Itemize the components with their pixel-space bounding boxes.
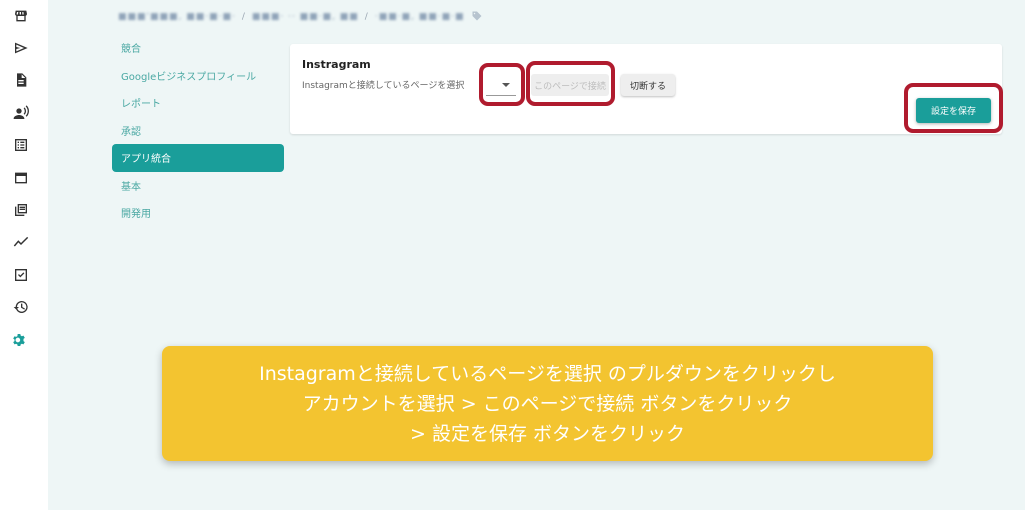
breadcrumb-separator: /: [241, 12, 246, 22]
subnav-item-app-integration[interactable]: アプリ統合: [112, 144, 284, 172]
icon-rail: [0, 0, 48, 510]
card-title: Instragram: [302, 58, 371, 71]
breadcrumb-separator: /: [364, 12, 369, 22]
trending-icon[interactable]: [8, 229, 34, 255]
gear-icon[interactable]: [4, 325, 34, 355]
list-alt-icon[interactable]: [8, 132, 34, 158]
page-select-dropdown[interactable]: [486, 74, 516, 96]
web-asset-icon[interactable]: [8, 165, 34, 191]
breadcrumb-item[interactable]: ■■■· ·· ■■·■, ■■: [252, 12, 359, 22]
subnav-item-approval[interactable]: 承認: [112, 117, 284, 145]
instruction-line: > 設定を保存 ボタンをクリック: [410, 422, 685, 445]
breadcrumb-item[interactable]: ■■■'■■■, ■■·■·■·: [118, 12, 236, 22]
subnav-item-competitors[interactable]: 競合: [112, 34, 284, 62]
instruction-line: Instagramと接続しているページを選択 のプルダウンをクリックし: [259, 362, 836, 385]
record-voice-icon[interactable]: [8, 100, 34, 126]
disconnect-button[interactable]: 切断する: [621, 74, 675, 96]
connect-page-button[interactable]: このページで接続: [531, 74, 609, 96]
breadcrumb: ■■■'■■■, ■■·■·■· / ■■■· ·· ■■·■, ■■ / ·■…: [118, 10, 483, 24]
chevron-down-icon: [502, 83, 510, 87]
history-icon[interactable]: [8, 294, 34, 320]
settings-subnav: 競合 Googleビジネスプロフィール レポート 承認 アプリ統合 基本 開発用: [112, 34, 284, 227]
storefront-icon[interactable]: [8, 3, 34, 29]
subnav-item-development[interactable]: 開発用: [112, 199, 284, 227]
document-icon[interactable]: [8, 67, 34, 93]
tag-icon: [471, 10, 483, 25]
subnav-item-basic[interactable]: 基本: [112, 172, 284, 200]
subnav-item-report[interactable]: レポート: [112, 89, 284, 117]
article-icon[interactable]: [8, 197, 34, 223]
save-settings-button[interactable]: 設定を保存: [916, 98, 991, 123]
breadcrumb-item[interactable]: ·■■·■, ■■·■·■: [375, 12, 465, 22]
fact-check-icon[interactable]: [8, 262, 34, 288]
page-select-label: Instagramと接続しているページを選択: [302, 81, 465, 91]
instruction-callout: Instagramと接続しているページを選択 のプルダウンをクリックし アカウン…: [162, 346, 933, 461]
instruction-line: アカウントを選択 > このページで接続 ボタンをクリック: [302, 392, 793, 415]
subnav-item-google-business-profile[interactable]: Googleビジネスプロフィール: [112, 62, 284, 90]
instagram-integration-card: Instragram Instagramと接続しているページを選択 このページで…: [290, 44, 1002, 134]
send-icon[interactable]: [8, 35, 34, 61]
